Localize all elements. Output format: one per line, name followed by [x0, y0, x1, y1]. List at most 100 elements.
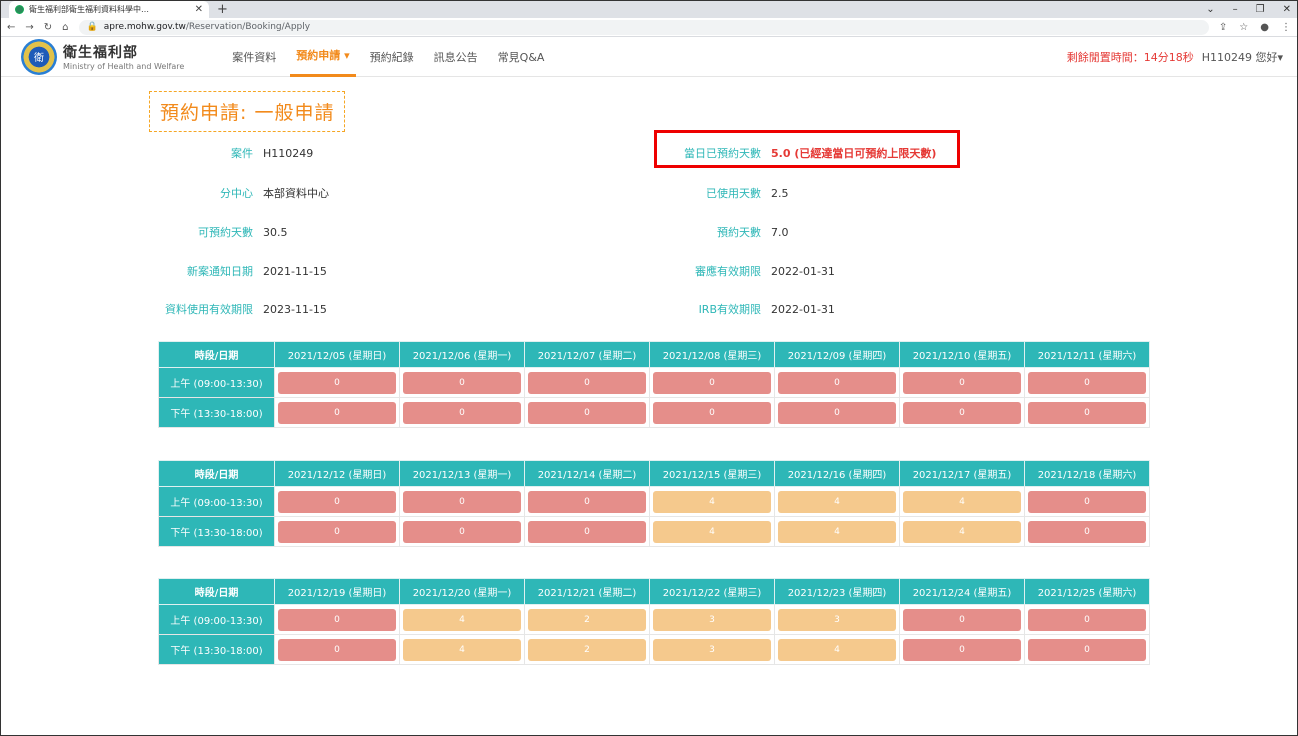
mohw-logo-icon[interactable]: 衛 — [21, 38, 57, 75]
schedule-cell: 0 — [1024, 367, 1150, 398]
info-available: 可預約天數 30.5 — [161, 224, 288, 240]
schedule-cell: 3 — [774, 604, 900, 635]
header-date: 2021/12/18 (星期六) — [1024, 460, 1150, 487]
browser-tab[interactable]: 衛生福利部衛生福利資料科學中… ✕ — [9, 1, 209, 18]
slot-button[interactable]: 0 — [403, 401, 521, 424]
brand[interactable]: 衛生福利部 Ministry of Health and Welfare — [63, 42, 184, 71]
schedule-cell: 0 — [1024, 516, 1150, 547]
info-today-reserved-value: 5.0 (已經達當日可預約上限天數) — [771, 147, 937, 160]
row-label-pm: 下午 (13:30-18:00) — [158, 634, 275, 665]
slot-button[interactable]: 3 — [653, 608, 771, 631]
share-icon[interactable]: ⇪ — [1219, 22, 1227, 33]
slot-button[interactable]: 0 — [278, 638, 396, 661]
maximize-icon[interactable]: ❐ — [1256, 1, 1265, 18]
slot-button[interactable]: 4 — [653, 520, 771, 543]
slot-button[interactable]: 0 — [778, 371, 896, 394]
header-date: 2021/12/25 (星期六) — [1024, 578, 1150, 605]
slot-button[interactable]: 0 — [903, 401, 1021, 424]
lock-icon: 🔒 — [86, 22, 98, 32]
tab-close-icon[interactable]: ✕ — [195, 4, 203, 15]
slot-button[interactable]: 2 — [528, 638, 646, 661]
info-notify-date-label: 新案通知日期 — [187, 265, 253, 278]
info-review-expiry: 審應有效期限 2022-01-31 — [661, 263, 835, 279]
header-date: 2021/12/11 (星期六) — [1024, 341, 1150, 368]
slot-button[interactable]: 4 — [778, 638, 896, 661]
info-center-label: 分中心 — [220, 187, 253, 200]
info-data-use-expiry: 資料使用有效期限 2023-11-15 — [161, 301, 327, 317]
slot-button[interactable]: 0 — [1028, 608, 1146, 631]
nav-case-data[interactable]: 案件資料 — [226, 37, 282, 77]
forward-icon[interactable]: → — [25, 22, 33, 33]
slot-button[interactable]: 0 — [653, 401, 771, 424]
slot-button[interactable]: 0 — [278, 490, 396, 513]
slot-button[interactable]: 0 — [528, 401, 646, 424]
home-icon[interactable]: ⌂ — [62, 22, 68, 33]
slot-button[interactable]: 3 — [653, 638, 771, 661]
address-bar[interactable]: 🔒 apre.mohw.gov.tw/Reservation/Booking/A… — [78, 19, 1209, 35]
slot-button[interactable]: 0 — [528, 520, 646, 543]
slot-button[interactable]: 0 — [1028, 371, 1146, 394]
slot-button[interactable]: 4 — [903, 520, 1021, 543]
schedule-cell: 3 — [649, 634, 775, 665]
bookmark-star-icon[interactable]: ☆ — [1239, 22, 1248, 33]
slot-button[interactable]: 2 — [528, 608, 646, 631]
info-case-value: H110249 — [263, 146, 314, 160]
menu-icon[interactable]: ⋮ — [1281, 22, 1291, 33]
schedule-cell: 0 — [899, 397, 1025, 428]
schedule-row-am: 上午 (09:00-13:30) 0 0 0 4 4 4 0 — [158, 486, 1150, 517]
schedule-cell: 0 — [524, 367, 650, 398]
slot-button[interactable]: 0 — [653, 371, 771, 394]
slot-button[interactable]: 0 — [903, 371, 1021, 394]
nav-faq[interactable]: 常見Q&A — [492, 37, 551, 77]
header-date: 2021/12/12 (星期日) — [274, 460, 400, 487]
slot-button[interactable]: 0 — [278, 401, 396, 424]
slot-button[interactable]: 0 — [778, 401, 896, 424]
slot-button[interactable]: 0 — [278, 371, 396, 394]
slot-button[interactable]: 0 — [1028, 520, 1146, 543]
slot-button[interactable]: 0 — [278, 520, 396, 543]
slot-button[interactable]: 3 — [778, 608, 896, 631]
slot-button[interactable]: 4 — [403, 608, 521, 631]
nav-reservation-records[interactable]: 預約紀錄 — [364, 37, 420, 77]
slot-button[interactable]: 4 — [653, 490, 771, 513]
slot-button[interactable]: 4 — [778, 520, 896, 543]
reload-icon[interactable]: ↻ — [44, 22, 52, 33]
slot-button[interactable]: 0 — [1028, 638, 1146, 661]
schedule-cell: 0 — [399, 516, 525, 547]
schedule-cell: 0 — [899, 367, 1025, 398]
slot-button[interactable]: 0 — [1028, 401, 1146, 424]
slot-button[interactable]: 4 — [403, 638, 521, 661]
minimize-icon[interactable]: – — [1233, 1, 1238, 18]
header-date: 2021/12/10 (星期五) — [899, 341, 1025, 368]
schedule-cell: 0 — [774, 367, 900, 398]
back-icon[interactable]: ← — [7, 22, 15, 33]
schedule-cell: 0 — [1024, 486, 1150, 517]
slot-button[interactable]: 0 — [528, 490, 646, 513]
tab-list-icon[interactable]: ⌄ — [1206, 1, 1214, 18]
schedule-row-am: 上午 (09:00-13:30) 0 4 2 3 3 0 0 — [158, 604, 1150, 635]
slot-button[interactable]: 0 — [903, 608, 1021, 631]
slot-button[interactable]: 0 — [903, 638, 1021, 661]
new-tab-icon[interactable]: + — [217, 1, 228, 18]
nav-reservation-apply[interactable]: 預約申請 ▾ — [290, 37, 356, 77]
schedule-cell: 2 — [524, 604, 650, 635]
profile-icon[interactable]: ● — [1260, 22, 1269, 33]
slot-button[interactable]: 0 — [403, 520, 521, 543]
schedule-cell: 0 — [524, 486, 650, 517]
slot-button[interactable]: 0 — [278, 608, 396, 631]
header-date: 2021/12/23 (星期四) — [774, 578, 900, 605]
slot-button[interactable]: 4 — [778, 490, 896, 513]
slot-button[interactable]: 0 — [403, 490, 521, 513]
slot-button[interactable]: 0 — [403, 371, 521, 394]
schedule-cell: 0 — [649, 397, 775, 428]
info-review-expiry-value: 2022-01-31 — [771, 264, 835, 278]
header-date: 2021/12/22 (星期三) — [649, 578, 775, 605]
slot-button[interactable]: 0 — [528, 371, 646, 394]
schedule-cell: 0 — [399, 397, 525, 428]
user-menu[interactable]: H110249 您好▾ — [1202, 49, 1283, 65]
nav-announcements[interactable]: 訊息公告 — [428, 37, 484, 77]
header-date: 2021/12/14 (星期二) — [524, 460, 650, 487]
slot-button[interactable]: 4 — [903, 490, 1021, 513]
window-close-icon[interactable]: ✕ — [1283, 1, 1291, 18]
slot-button[interactable]: 0 — [1028, 490, 1146, 513]
